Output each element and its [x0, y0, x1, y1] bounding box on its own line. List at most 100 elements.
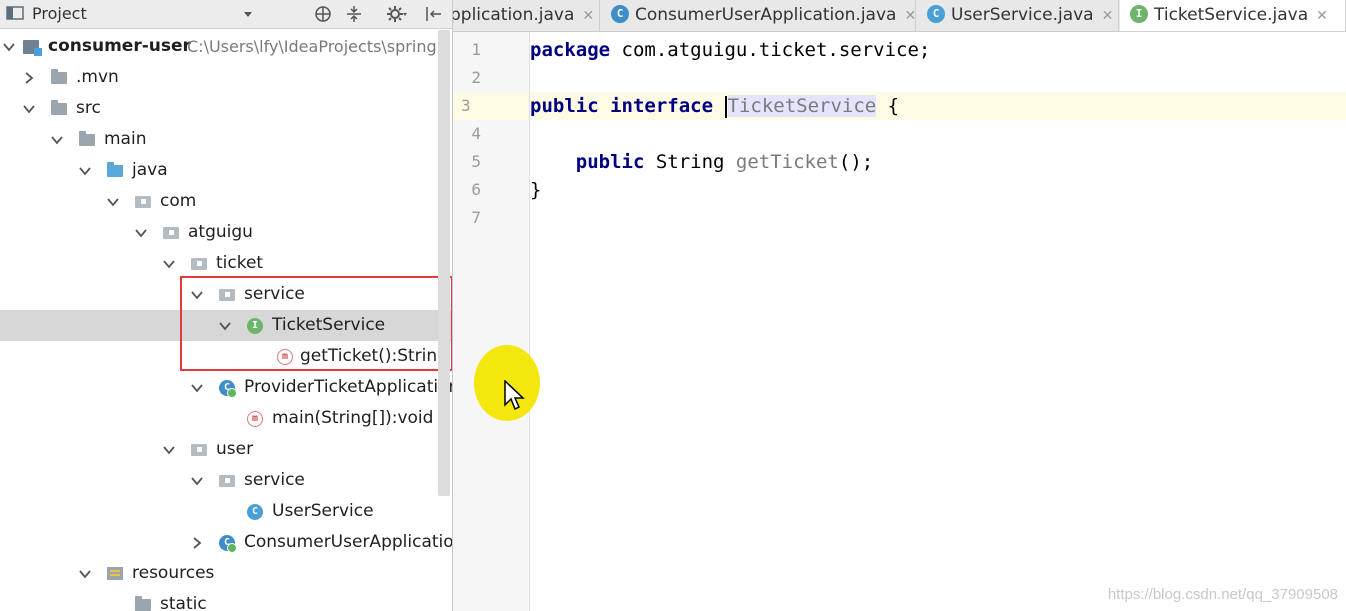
- tab-label: UserService.java: [951, 5, 1094, 25]
- watermark: https://blog.csdn.net/qq_37909508: [1107, 586, 1338, 603]
- tree-item-label: static: [160, 594, 207, 611]
- tree-item-label: resources: [132, 563, 215, 583]
- tree-item-user-service[interactable]: service: [0, 465, 452, 496]
- tab-pplication-java[interactable]: pplication.java ✕: [453, 0, 600, 31]
- tree-item-label: com: [160, 191, 197, 211]
- project-panel-title[interactable]: Project: [32, 4, 87, 24]
- tree-item-consumer-user[interactable]: consumer-user C:\Users\lfy\IdeaProjects\s…: [0, 31, 452, 62]
- folder-icon: [50, 99, 68, 117]
- keyword-public: public: [575, 151, 645, 173]
- tree-item-main-method[interactable]: m main(String[]):void: [0, 403, 452, 434]
- tab-userservice-java[interactable]: C UserService.java ✕: [917, 0, 1119, 31]
- spring-class-icon: C: [611, 4, 629, 23]
- chevron-down-icon[interactable]: [242, 4, 254, 24]
- return-type: String: [644, 151, 736, 173]
- folder-icon: [134, 595, 152, 611]
- tree-item-label: ProviderTicketApplication: [244, 377, 453, 397]
- tree-item-atguigu[interactable]: atguigu: [0, 217, 452, 248]
- keyword-public: public: [530, 95, 599, 117]
- class-icon: C: [246, 503, 264, 520]
- code-line-6: }: [530, 176, 1346, 204]
- tree-item-label: main(String[]):void: [272, 408, 434, 428]
- tree-item-user[interactable]: user: [0, 434, 452, 465]
- tree-item-label: .mvn: [76, 67, 119, 87]
- package-path: com.atguigu.ticket.service;: [610, 39, 931, 61]
- chevron-down-icon[interactable]: [2, 31, 16, 62]
- scroll-from-source-icon[interactable]: [313, 4, 333, 24]
- close-icon[interactable]: ✕: [1316, 8, 1328, 24]
- line-number-gutter: 1 2 3 4 5 6 7: [453, 32, 530, 611]
- chevron-right-icon[interactable]: [22, 62, 36, 93]
- chevron-down-icon[interactable]: [22, 93, 36, 124]
- package-icon: [162, 224, 180, 241]
- package-icon: [134, 193, 152, 210]
- line-number: 6: [471, 180, 481, 199]
- gear-icon[interactable]: [385, 4, 407, 24]
- tree-item-java[interactable]: java: [0, 155, 452, 186]
- tree-item-label: ticket: [216, 253, 264, 273]
- project-panel: Project consumer-user C:\Users\lfy\IdeaPr…: [0, 0, 453, 611]
- tree-item-resources[interactable]: resources: [0, 558, 452, 589]
- chevron-down-icon[interactable]: [162, 434, 176, 465]
- tab-consumeruserapplication-java[interactable]: C ConsumerUserApplication.java ✕: [601, 0, 916, 31]
- tree-item-label: atguigu: [188, 222, 253, 242]
- code-line-1: package com.atguigu.ticket.service;: [530, 36, 1346, 64]
- chevron-down-icon[interactable]: [106, 186, 120, 217]
- tab-label: ConsumerUserApplication.java: [635, 5, 897, 25]
- tree-item-ticket[interactable]: ticket: [0, 248, 452, 279]
- tree-item-label: src: [76, 98, 101, 118]
- interface-icon: I: [1130, 4, 1148, 23]
- chevron-down-icon[interactable]: [190, 372, 204, 403]
- tab-label: TicketService.java: [1154, 5, 1309, 25]
- editor-tab-bar: pplication.java ✕ C ConsumerUserApplication…: [453, 0, 1346, 32]
- method-parens: ();: [838, 151, 874, 173]
- package-icon: [218, 472, 236, 489]
- collapse-all-icon[interactable]: [344, 4, 364, 24]
- chevron-down-icon[interactable]: [162, 248, 176, 279]
- open-brace: {: [876, 95, 900, 117]
- tree-item-userservice-class[interactable]: C UserService: [0, 496, 452, 527]
- interface-name[interactable]: TicketService: [727, 95, 877, 117]
- tree-item-label: main: [104, 129, 147, 149]
- tree-item-label: UserService: [272, 501, 374, 521]
- chevron-right-icon[interactable]: [190, 527, 204, 558]
- chevron-down-icon[interactable]: [78, 558, 92, 589]
- hide-panel-icon[interactable]: [424, 4, 444, 24]
- line-number: 7: [471, 208, 481, 227]
- close-icon[interactable]: ✕: [904, 8, 916, 24]
- tree-item-com[interactable]: com: [0, 186, 452, 217]
- tree-item-static[interactable]: static: [0, 589, 452, 611]
- keyword-interface: interface: [610, 95, 714, 117]
- close-icon[interactable]: ✕: [1102, 8, 1114, 24]
- code-line-5: public String getTicket();: [530, 148, 1346, 176]
- spring-class-icon: C: [218, 379, 237, 398]
- tree-item-providerticketapplication[interactable]: C ProviderTicketApplication: [0, 372, 452, 403]
- tree-item-mvn[interactable]: .mvn: [0, 62, 452, 93]
- project-view-icon[interactable]: [6, 4, 24, 24]
- text-caret: [724, 95, 727, 118]
- tree-item-consumeruserapplication[interactable]: C ConsumerUserApplication: [0, 527, 452, 558]
- method-icon: m: [246, 410, 264, 427]
- tree-item-src[interactable]: src: [0, 93, 452, 124]
- tab-label: pplication.java: [453, 5, 575, 25]
- package-icon: [190, 441, 208, 458]
- keyword-package: package: [530, 39, 611, 61]
- tree-item-main[interactable]: main: [0, 124, 452, 155]
- folder-blue-icon: [106, 161, 124, 179]
- code-editor[interactable]: package com.atguigu.ticket.service; publ…: [530, 32, 1346, 611]
- module-path: C:\Users\lfy\IdeaProjects\springB: [187, 37, 448, 56]
- tree-item-label: service: [244, 470, 305, 490]
- chevron-down-icon[interactable]: [134, 217, 148, 248]
- close-icon[interactable]: ✕: [582, 8, 594, 24]
- chevron-down-icon[interactable]: [78, 155, 92, 186]
- spring-class-icon: C: [218, 534, 237, 553]
- folder-icon: [50, 68, 68, 86]
- tab-ticketservice-java[interactable]: I TicketService.java ✕: [1120, 0, 1346, 31]
- tree-item-label: user: [216, 439, 254, 459]
- chevron-down-icon[interactable]: [50, 124, 64, 155]
- project-scrollbar[interactable]: [438, 30, 450, 496]
- chevron-down-icon[interactable]: [190, 465, 204, 496]
- class-icon: C: [927, 4, 945, 23]
- line-number: 4: [471, 124, 481, 143]
- method-name[interactable]: getTicket: [736, 151, 839, 173]
